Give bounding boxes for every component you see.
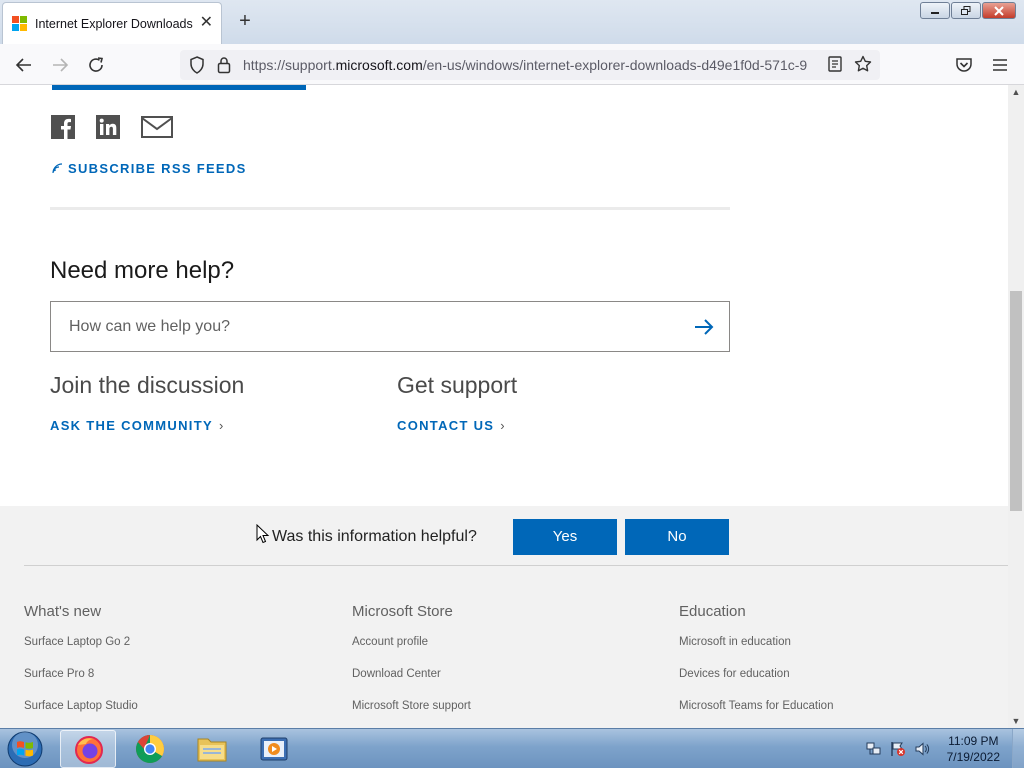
system-clock[interactable]: 11:09 PM 7/19/2022 bbox=[947, 733, 1000, 765]
microsoft-logo-icon bbox=[12, 16, 28, 32]
address-bar[interactable]: https://support.microsoft.com/en-us/wind… bbox=[180, 50, 880, 80]
clock-time: 11:09 PM bbox=[948, 734, 999, 748]
navigation-toolbar: https://support.microsoft.com/en-us/wind… bbox=[0, 44, 1024, 85]
footer-link[interactable]: Account profile bbox=[352, 636, 428, 648]
footer-link[interactable]: Surface Pro 8 bbox=[24, 668, 94, 680]
accent-bar bbox=[52, 85, 306, 90]
need-more-help-heading: Need more help? bbox=[50, 257, 235, 284]
firefox-icon bbox=[75, 736, 103, 764]
minimize-button[interactable] bbox=[920, 2, 950, 19]
new-tab-button[interactable]: + bbox=[234, 10, 256, 32]
lock-icon[interactable] bbox=[212, 53, 236, 77]
scroll-thumb[interactable] bbox=[1010, 291, 1022, 511]
show-desktop-button[interactable] bbox=[1012, 729, 1024, 768]
subscribe-rss-link[interactable]: SUBSCRIBE RSS FEEDS bbox=[52, 161, 247, 176]
pocket-icon[interactable] bbox=[952, 53, 976, 77]
facebook-icon[interactable] bbox=[51, 115, 75, 141]
forward-icon[interactable] bbox=[48, 53, 72, 77]
taskbar-file-explorer[interactable] bbox=[184, 730, 240, 768]
scroll-down-arrow-icon[interactable]: ▼ bbox=[1008, 714, 1024, 728]
help-search-box bbox=[50, 301, 730, 352]
feedback-question: Was this information helpful? bbox=[272, 528, 477, 545]
chevron-right-icon: › bbox=[500, 418, 506, 433]
file-explorer-icon bbox=[197, 738, 227, 762]
footer-link[interactable]: Download Center bbox=[352, 668, 441, 680]
footer-heading-microsoft-store: Microsoft Store bbox=[352, 603, 453, 620]
network-icon[interactable] bbox=[866, 741, 882, 757]
window-controls bbox=[920, 2, 1020, 20]
footer-link[interactable]: Surface Laptop Go 2 bbox=[24, 636, 130, 648]
media-player-icon bbox=[260, 737, 288, 761]
bookmark-star-icon[interactable] bbox=[851, 53, 875, 77]
get-support-heading: Get support bbox=[397, 372, 518, 398]
chevron-right-icon: › bbox=[218, 418, 225, 433]
taskbar-firefox[interactable] bbox=[60, 730, 116, 768]
taskbar-chrome[interactable] bbox=[122, 730, 178, 768]
footer-heading-whats-new: What's new bbox=[24, 603, 102, 620]
reload-icon[interactable] bbox=[84, 53, 108, 77]
footer-heading-education: Education bbox=[679, 603, 746, 620]
url-text[interactable]: https://support.microsoft.com/en-us/wind… bbox=[243, 57, 818, 73]
linkedin-icon[interactable] bbox=[96, 115, 120, 141]
help-search-input[interactable] bbox=[51, 302, 671, 351]
rss-icon bbox=[52, 163, 63, 174]
footer-link[interactable]: Surface Laptop Studio bbox=[24, 700, 138, 712]
footer-link[interactable]: Microsoft Store support bbox=[352, 700, 471, 712]
page-content: SUBSCRIBE RSS FEEDS Need more help? Join… bbox=[0, 85, 1008, 728]
tab-active[interactable]: Internet Explorer Downloads ✕ bbox=[2, 2, 222, 44]
close-window-button[interactable] bbox=[982, 2, 1016, 19]
feedback-yes-button[interactable]: Yes bbox=[513, 519, 617, 555]
reader-view-icon[interactable] bbox=[823, 53, 847, 77]
volume-icon[interactable] bbox=[914, 741, 930, 757]
menu-hamburger-icon[interactable] bbox=[988, 53, 1012, 77]
footer-link[interactable]: Devices for education bbox=[679, 668, 790, 680]
restore-button[interactable] bbox=[951, 2, 981, 19]
search-submit-arrow-icon[interactable] bbox=[693, 316, 715, 338]
footer-link[interactable]: Microsoft Teams for Education bbox=[679, 700, 833, 712]
clock-date: 7/19/2022 bbox=[946, 750, 1000, 764]
feedback-no-button[interactable]: No bbox=[625, 519, 729, 555]
windows-taskbar: 11:09 PM 7/19/2022 bbox=[0, 728, 1024, 768]
taskbar-media-player[interactable] bbox=[246, 730, 302, 768]
footer-divider bbox=[24, 565, 1008, 566]
chrome-icon bbox=[136, 735, 164, 763]
back-icon[interactable] bbox=[12, 53, 36, 77]
ask-community-link[interactable]: ASK THE COMMUNITY › bbox=[50, 418, 225, 433]
email-icon[interactable] bbox=[141, 115, 173, 141]
contact-us-link[interactable]: CONTACT US › bbox=[397, 418, 506, 433]
tracking-protection-shield-icon[interactable] bbox=[185, 53, 209, 77]
join-discussion-heading: Join the discussion bbox=[50, 372, 245, 398]
page-scrollbar[interactable]: ▲ ▼ bbox=[1008, 85, 1024, 728]
footer-link[interactable]: Microsoft in education bbox=[679, 636, 791, 648]
feedback-section: Was this information helpful? Yes No Wha… bbox=[0, 506, 1008, 728]
action-center-flag-icon[interactable] bbox=[890, 741, 906, 757]
start-button[interactable] bbox=[3, 730, 47, 768]
tab-bar: Internet Explorer Downloads ✕ + bbox=[0, 0, 1024, 44]
scroll-up-arrow-icon[interactable]: ▲ bbox=[1008, 85, 1024, 99]
mouse-cursor-icon bbox=[256, 524, 270, 544]
tab-title: Internet Explorer Downloads bbox=[35, 17, 193, 31]
section-divider bbox=[50, 207, 730, 210]
tab-close-icon[interactable]: ✕ bbox=[200, 14, 213, 32]
